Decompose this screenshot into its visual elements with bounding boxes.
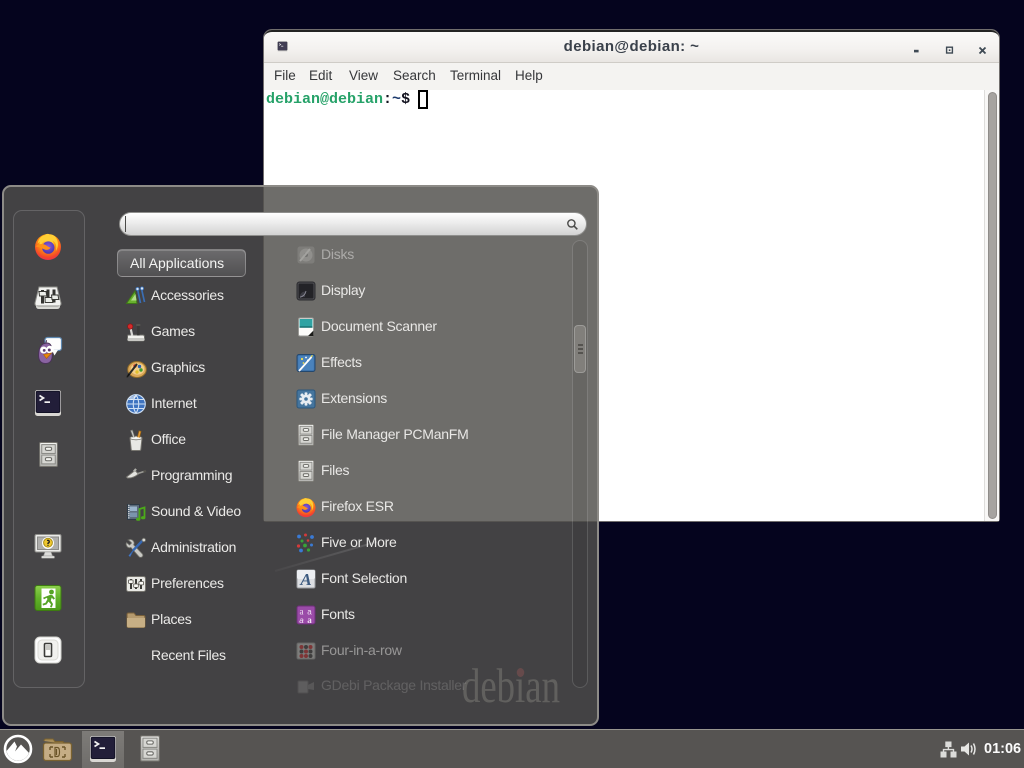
svg-text:a: a — [307, 615, 312, 625]
svg-text:a: a — [300, 607, 304, 617]
svg-text:A: A — [299, 570, 311, 589]
svg-text:a: a — [299, 616, 304, 625]
